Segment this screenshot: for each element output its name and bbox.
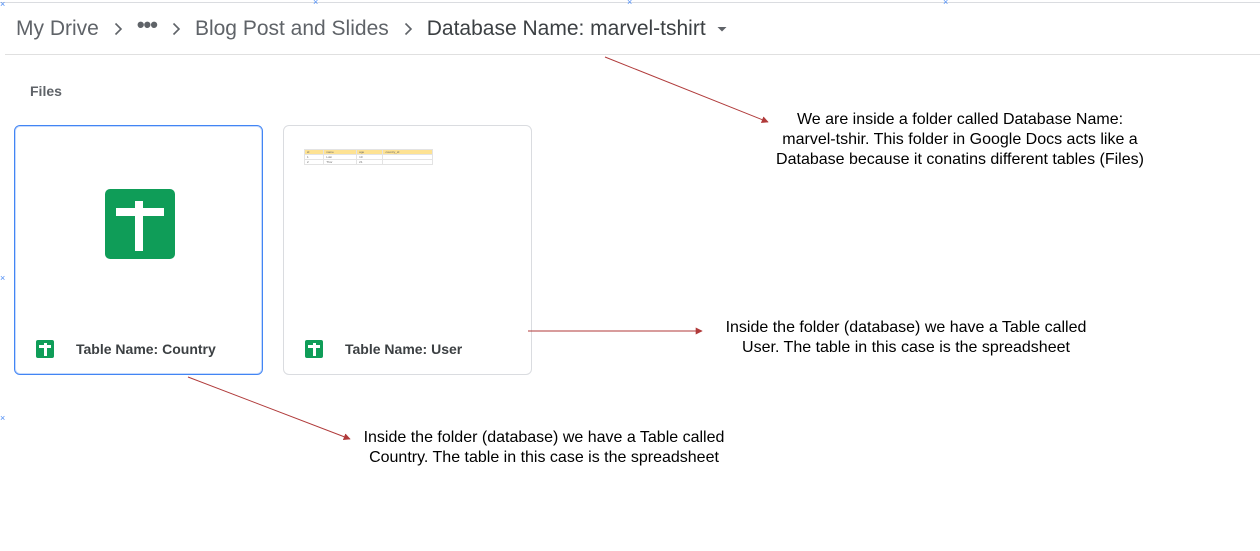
chevron-right-icon: [389, 22, 427, 36]
file-name: Table Name: User: [345, 341, 463, 357]
selection-handle-icon: ×: [943, 0, 949, 7]
chevron-right-icon: [99, 22, 137, 36]
selection-handle-icon: ×: [0, 413, 6, 423]
thumbnail-cell: [382, 159, 433, 165]
file-card-footer: Table Name: Country: [36, 340, 216, 358]
selection-handle-icon: ×: [0, 0, 6, 9]
annotation-user-note: Inside the folder (database) we have a T…: [725, 319, 1087, 356]
files-section-label: Files: [30, 83, 62, 99]
file-card-country[interactable]: Table Name: Country: [14, 125, 263, 375]
breadcrumb-parent-folder[interactable]: Blog Post and Slides: [195, 17, 389, 41]
chevron-right-icon: [157, 22, 195, 36]
annotation-folder-note: We are inside a folder called Database N…: [776, 111, 1144, 168]
header-divider: [5, 54, 1260, 55]
annotation-country-note: Inside the folder (database) we have a T…: [363, 429, 725, 466]
selection-handle-icon: ×: [627, 0, 633, 7]
selection-handle-icon: ×: [313, 0, 319, 7]
caret-down-icon[interactable]: [716, 23, 728, 35]
arrow-to-folder-note: [604, 56, 769, 123]
spreadsheet-thumbnail: id name age country_id 1 Loki 10 2 Thor …: [303, 149, 433, 165]
breadcrumb-current-folder[interactable]: Database Name: marvel-tshirt: [427, 17, 706, 41]
arrow-to-country-note: [187, 376, 351, 441]
breadcrumb: My Drive ••• Blog Post and Slides Databa…: [16, 12, 728, 44]
thumbnail-cell: Thor: [323, 159, 358, 165]
breadcrumb-my-drive[interactable]: My Drive: [16, 17, 99, 41]
google-sheets-icon: [305, 340, 323, 358]
google-sheets-icon: [105, 189, 175, 259]
file-name: Table Name: Country: [76, 341, 216, 357]
breadcrumb-more-button[interactable]: •••: [137, 12, 158, 38]
selection-handle-icon: ×: [0, 273, 6, 283]
google-sheets-icon: [36, 340, 54, 358]
file-card-footer: Table Name: User: [305, 340, 462, 358]
thumbnail-cell: 2: [303, 159, 325, 165]
file-card-user[interactable]: id name age country_id 1 Loki 10 2 Thor …: [283, 125, 532, 375]
thumbnail-cell: 21: [356, 159, 384, 165]
